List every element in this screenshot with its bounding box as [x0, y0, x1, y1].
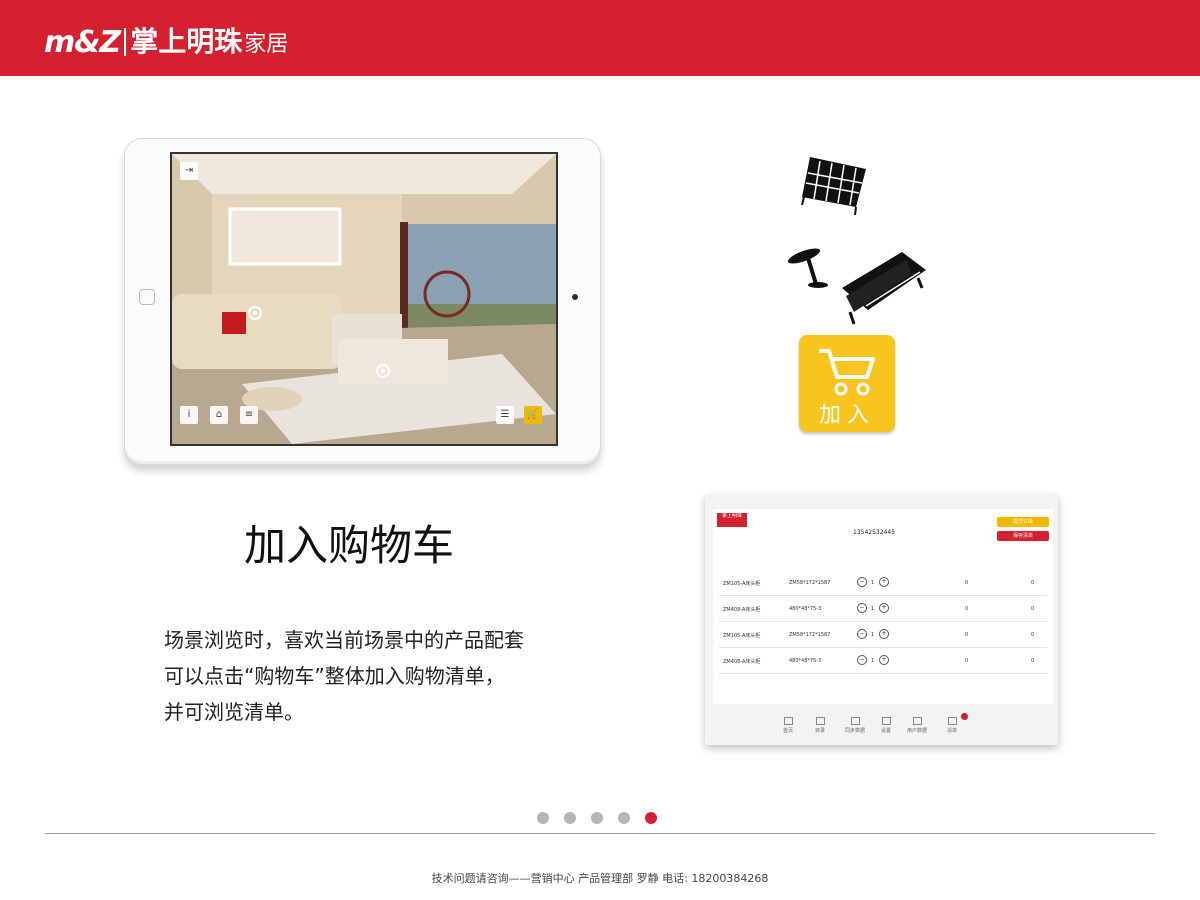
nav-sync[interactable]: 同步数据 [845, 717, 865, 734]
nav-list[interactable]: 清单 [947, 717, 957, 734]
row-qty: 1 [871, 658, 875, 664]
minus-icon[interactable]: − [857, 577, 867, 587]
pagination-dots [537, 812, 657, 824]
product-info-button[interactable]: ≡ [240, 406, 258, 424]
page-dot-1[interactable] [537, 812, 549, 824]
nav-home[interactable]: 首页 [783, 717, 793, 734]
panel-footer-nav: 首页 目录 同步数据 设置 用户数据 清单 [765, 713, 1025, 741]
page-dot-4[interactable] [618, 812, 630, 824]
plus-icon[interactable]: + [879, 577, 889, 587]
order-list-preview: 掌上明珠 13542532445 提交订单 保存清单 ZM105-A床头柜 ZM… [705, 495, 1058, 745]
minus-icon[interactable]: − [857, 655, 867, 665]
minus-icon[interactable]: − [857, 629, 867, 639]
list-badge [961, 713, 968, 720]
cabinet-icon [801, 157, 866, 216]
ipad-screen: ⇥ i ⌂ ≡ ☰ 🛒 [170, 152, 558, 446]
logo-suffix: 家居 [244, 32, 289, 57]
order-table: 掌上明珠 13542532445 提交订单 保存清单 ZM105-A床头柜 ZM… [713, 509, 1053, 704]
cart-tile-label: 加入 [818, 403, 875, 428]
row-code: ZM105-A床头柜 [723, 581, 761, 587]
page-title: 加入购物车 [244, 521, 455, 570]
row-price: 0 [965, 580, 969, 586]
hotspot-table[interactable] [376, 364, 390, 378]
row-code: ZM105-A床头柜 [723, 633, 761, 639]
sofa-icon [842, 252, 926, 325]
row-spec: ZM58*172*1587 [789, 580, 831, 586]
submit-order-button[interactable]: 提交订单 [997, 517, 1049, 527]
row-spec: 480*48*75-3 [789, 658, 822, 664]
row-qty: 1 [871, 632, 875, 638]
hotspot-sofa[interactable] [248, 306, 262, 320]
description-line: 场景浏览时，喜欢当前场景中的产品配套 [164, 628, 524, 652]
ipad-mockup: ⇥ i ⌂ ≡ ☰ 🛒 [124, 138, 601, 465]
plus-icon[interactable]: + [879, 629, 889, 639]
row-qty: 1 [871, 580, 875, 586]
page-dot-5[interactable] [645, 812, 657, 824]
row-subtotal: 0 [1031, 606, 1035, 612]
row-subtotal: 0 [1031, 632, 1035, 638]
page-dot-2[interactable] [564, 812, 576, 824]
home-button[interactable]: ⌂ [210, 406, 228, 424]
description-line: 可以点击“购物车”整体加入购物清单， [164, 664, 505, 688]
cart-button[interactable]: 🛒 [524, 406, 542, 424]
table-row: ZM105-A床头柜 ZM58*172*1587 − 1 + 0 0 [719, 623, 1047, 648]
footer-divider [45, 833, 1155, 834]
logo-brand-name: 掌上明珠 [130, 25, 243, 58]
table-row: ZM105-A床头柜 ZM58*172*1587 − 1 + 0 0 [719, 571, 1047, 596]
row-price: 0 [965, 658, 969, 664]
logo-mark: m&Z [44, 25, 121, 60]
row-code: ZM408-A床头柜 [723, 659, 761, 665]
logo-divider [124, 28, 127, 56]
table-row: ZM408-A床头柜 480*48*75-3 − 1 + 0 0 [719, 597, 1047, 622]
ipad-home-button [139, 289, 155, 305]
shopping-cart-icon [819, 349, 875, 396]
top-banner: m&Z 掌上明珠 家居 [0, 0, 1200, 76]
row-spec: 480*48*75-3 [789, 606, 822, 612]
ipad-camera [572, 294, 578, 300]
plus-icon[interactable]: + [879, 655, 889, 665]
row-price: 0 [965, 606, 969, 612]
table-row: ZM408-A床头柜 480*48*75-3 − 1 + 0 0 [719, 649, 1047, 674]
nav-catalog[interactable]: 目录 [815, 717, 825, 734]
row-subtotal: 0 [1031, 658, 1035, 664]
list-button[interactable]: ☰ [496, 406, 514, 424]
row-subtotal: 0 [1031, 580, 1035, 586]
phone-label: 13542532445 [853, 529, 895, 536]
nav-user-data[interactable]: 用户数据 [907, 717, 927, 734]
page-dot-3[interactable] [591, 812, 603, 824]
order-panel: 掌上明珠 13542532445 提交订单 保存清单 ZM105-A床头柜 ZM… [705, 495, 1058, 745]
plus-icon[interactable]: + [879, 603, 889, 613]
living-room-scene [172, 154, 556, 444]
exit-button[interactable]: ⇥ [180, 162, 198, 180]
add-to-cart-tile[interactable]: 加入 [799, 335, 895, 432]
nav-settings[interactable]: 设置 [881, 717, 891, 734]
brand-logo[interactable]: m&Z 掌上明珠 家居 [44, 20, 288, 60]
save-list-button[interactable]: 保存清单 [997, 531, 1049, 541]
feature-description: 场景浏览时，喜欢当前场景中的产品配套 可以点击“购物车”整体加入购物清单， 并可… [164, 622, 584, 730]
description-line: 并可浏览清单。 [164, 700, 304, 724]
minus-icon[interactable]: − [857, 603, 867, 613]
row-price: 0 [965, 632, 969, 638]
row-qty: 1 [871, 606, 875, 612]
side-table-icon [787, 248, 828, 288]
mini-logo: 掌上明珠 [717, 513, 747, 527]
info-button[interactable]: i [180, 406, 198, 424]
row-spec: ZM58*172*1587 [789, 632, 831, 638]
footer-contact: 技术问题请咨询——营销中心 产品管理部 罗静 电话: 18200384268 [431, 872, 769, 885]
row-code: ZM408-A床头柜 [723, 607, 761, 613]
